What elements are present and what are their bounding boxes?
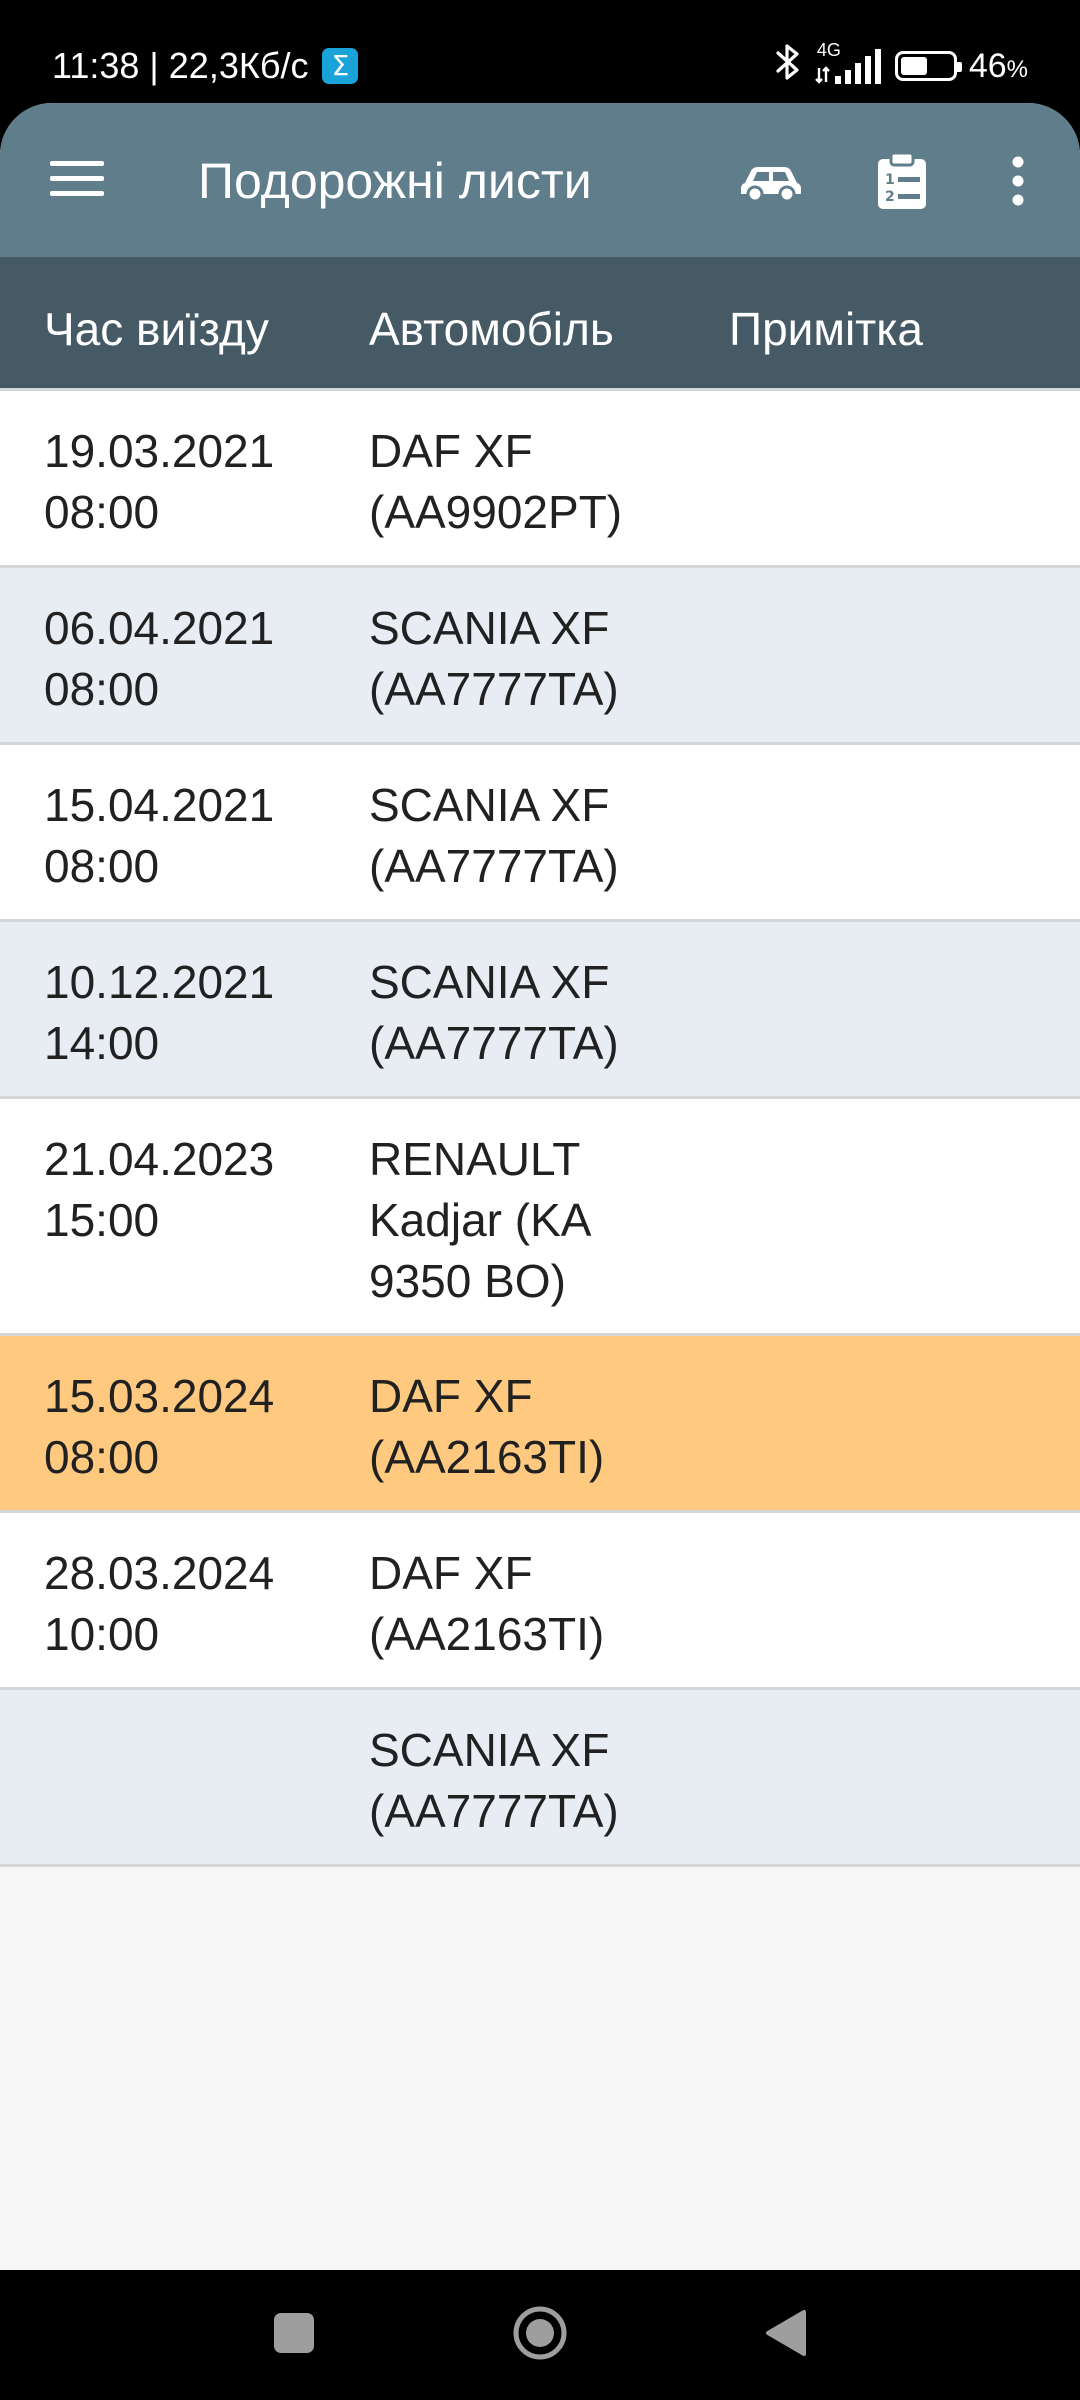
- vehicle-cell: DAF XF (AA2163TI): [369, 1543, 689, 1665]
- menu-icon[interactable]: [50, 157, 104, 201]
- car-button[interactable]: [731, 143, 811, 223]
- departure-time-cell: 06.04.2021 08:00: [44, 598, 354, 720]
- vehicle-text-line: 9350 BO): [369, 1255, 566, 1307]
- back-icon: [764, 2309, 808, 2362]
- status-separator: |: [149, 45, 159, 86]
- clipboard-list-icon: 1 2: [876, 151, 928, 216]
- home-button[interactable]: [500, 2295, 580, 2375]
- list-item[interactable]: 10.12.2021 14:00 SCANIA XF (AA7777TA): [0, 922, 1080, 1099]
- waybill-list: 19.03.2021 08:00 DAF XF (AA9902PT) 06.04.202…: [0, 391, 1080, 1867]
- battery-fill: [900, 57, 927, 75]
- sigma-notification-icon: Σ: [322, 48, 359, 84]
- back-button[interactable]: [746, 2295, 826, 2375]
- vehicle-text-line: DAF XF: [369, 425, 533, 477]
- departure-time-cell: 15.03.2024 08:00: [44, 1366, 354, 1488]
- list-item[interactable]: 21.04.2023 15:00 RENAULT Kadjar (KA 9350 BO): [0, 1099, 1080, 1336]
- vehicle-cell: SCANIA XF (AA7777TA): [369, 775, 689, 897]
- recent-apps-icon: [273, 2312, 315, 2359]
- departure-time: 10:00: [44, 1608, 160, 1660]
- vehicle-text-line: (AA7777TA): [369, 1017, 619, 1069]
- list-item-selected[interactable]: 15.03.2024 08:00 DAF XF (AA2163TI): [0, 1336, 1080, 1513]
- status-time: 11:38: [52, 45, 140, 86]
- car-icon: [739, 159, 803, 208]
- vehicle-text-line: (AA2163TI): [369, 1608, 605, 1660]
- vehicle-cell: SCANIA XF (AA7777TA): [369, 1720, 689, 1842]
- vehicle-text-line: SCANIA XF: [369, 1724, 610, 1776]
- departure-time: 08:00: [44, 1431, 160, 1483]
- vehicle-text-line: (AA7777TA): [369, 840, 619, 892]
- departure-date: 15.04.2021: [44, 779, 275, 831]
- list-item[interactable]: 15.04.2021 08:00 SCANIA XF (AA7777TA): [0, 745, 1080, 922]
- list-item[interactable]: 19.03.2021 08:00 DAF XF (AA9902PT): [0, 391, 1080, 568]
- battery-icon: [894, 51, 962, 81]
- app-screen: Подорожні листи 1 2 Час виїзду Автомобіл…: [0, 103, 1080, 2270]
- bluetooth-icon: [775, 42, 801, 91]
- signal-icon: 4G: [813, 40, 883, 86]
- toolbar: Подорожні листи 1 2: [0, 103, 1080, 257]
- vehicle-text-line: SCANIA XF: [369, 602, 610, 654]
- departure-time-cell: 15.04.2021 08:00: [44, 775, 354, 897]
- column-header-vehicle[interactable]: Автомобіль: [369, 301, 614, 357]
- table-header: Час виїзду Автомобіль Примітка: [0, 257, 1080, 391]
- status-right: 4G 46%: [775, 40, 1028, 91]
- vehicle-cell: DAF XF (AA9902PT): [369, 421, 689, 543]
- vehicle-text-line: SCANIA XF: [369, 779, 610, 831]
- departure-date: 15.03.2024: [44, 1370, 275, 1422]
- vehicle-cell: SCANIA XF (AA7777TA): [369, 952, 689, 1074]
- page-title: Подорожні листи: [198, 153, 592, 209]
- vehicle-text-line: DAF XF: [369, 1370, 533, 1422]
- departure-date: 19.03.2021: [44, 425, 275, 477]
- battery-percent: 46%: [968, 46, 1028, 85]
- departure-date: 10.12.2021: [44, 956, 275, 1008]
- vehicle-text-line: DAF XF: [369, 1547, 533, 1599]
- status-bar: 11:38 | 22,3Кб/с Σ 4G 46%: [0, 0, 1080, 103]
- departure-time-cell: 28.03.2024 10:00: [44, 1543, 354, 1665]
- vehicle-text-line: (AA7777TA): [369, 663, 619, 715]
- departure-date: 21.04.2023: [44, 1133, 275, 1185]
- departure-time-cell: 19.03.2021 08:00: [44, 421, 354, 543]
- vehicle-cell: SCANIA XF (AA7777TA): [369, 598, 689, 720]
- departure-date: 28.03.2024: [44, 1547, 275, 1599]
- list-item[interactable]: 06.04.2021 08:00 SCANIA XF (AA7777TA): [0, 568, 1080, 745]
- vehicle-cell: RENAULT Kadjar (KA 9350 BO): [369, 1129, 689, 1312]
- vehicle-text-line: (AA9902PT): [369, 486, 623, 538]
- more-vert-icon: [1011, 156, 1025, 211]
- departure-time: 08:00: [44, 840, 160, 892]
- home-icon: [512, 2305, 568, 2366]
- departure-time: 15:00: [44, 1194, 160, 1246]
- departure-time: 08:00: [44, 663, 160, 715]
- vehicle-text-line: Kadjar (KA: [369, 1194, 592, 1246]
- departure-time: 08:00: [44, 486, 160, 538]
- vehicle-text-line: (AA2163TI): [369, 1431, 605, 1483]
- list-item[interactable]: 28.03.2024 10:00 DAF XF (AA2163TI): [0, 1513, 1080, 1690]
- navigation-bar: [0, 2270, 1080, 2400]
- recent-apps-button[interactable]: [254, 2295, 334, 2375]
- departure-time: 14:00: [44, 1017, 160, 1069]
- svg-text:1: 1: [885, 172, 895, 188]
- list-item[interactable]: SCANIA XF (AA7777TA): [0, 1690, 1080, 1867]
- more-options-button[interactable]: [978, 143, 1058, 223]
- departure-date: 06.04.2021: [44, 602, 275, 654]
- svg-text:2: 2: [885, 189, 895, 205]
- departure-time-cell: 21.04.2023 15:00: [44, 1129, 354, 1251]
- status-network-speed: 22,3Кб/с: [168, 45, 309, 86]
- vehicle-text-line: (AA7777TA): [369, 1785, 619, 1837]
- vehicle-cell: DAF XF (AA2163TI): [369, 1366, 689, 1488]
- vehicle-text-line: SCANIA XF: [369, 956, 610, 1008]
- sort-list-button[interactable]: 1 2: [862, 143, 942, 223]
- departure-time-cell: 10.12.2021 14:00: [44, 952, 354, 1074]
- column-header-departure-time[interactable]: Час виїзду: [44, 301, 269, 357]
- vehicle-text-line: RENAULT: [369, 1133, 581, 1185]
- column-header-note[interactable]: Примітка: [729, 301, 923, 357]
- status-left: 11:38 | 22,3Кб/с Σ: [52, 44, 359, 88]
